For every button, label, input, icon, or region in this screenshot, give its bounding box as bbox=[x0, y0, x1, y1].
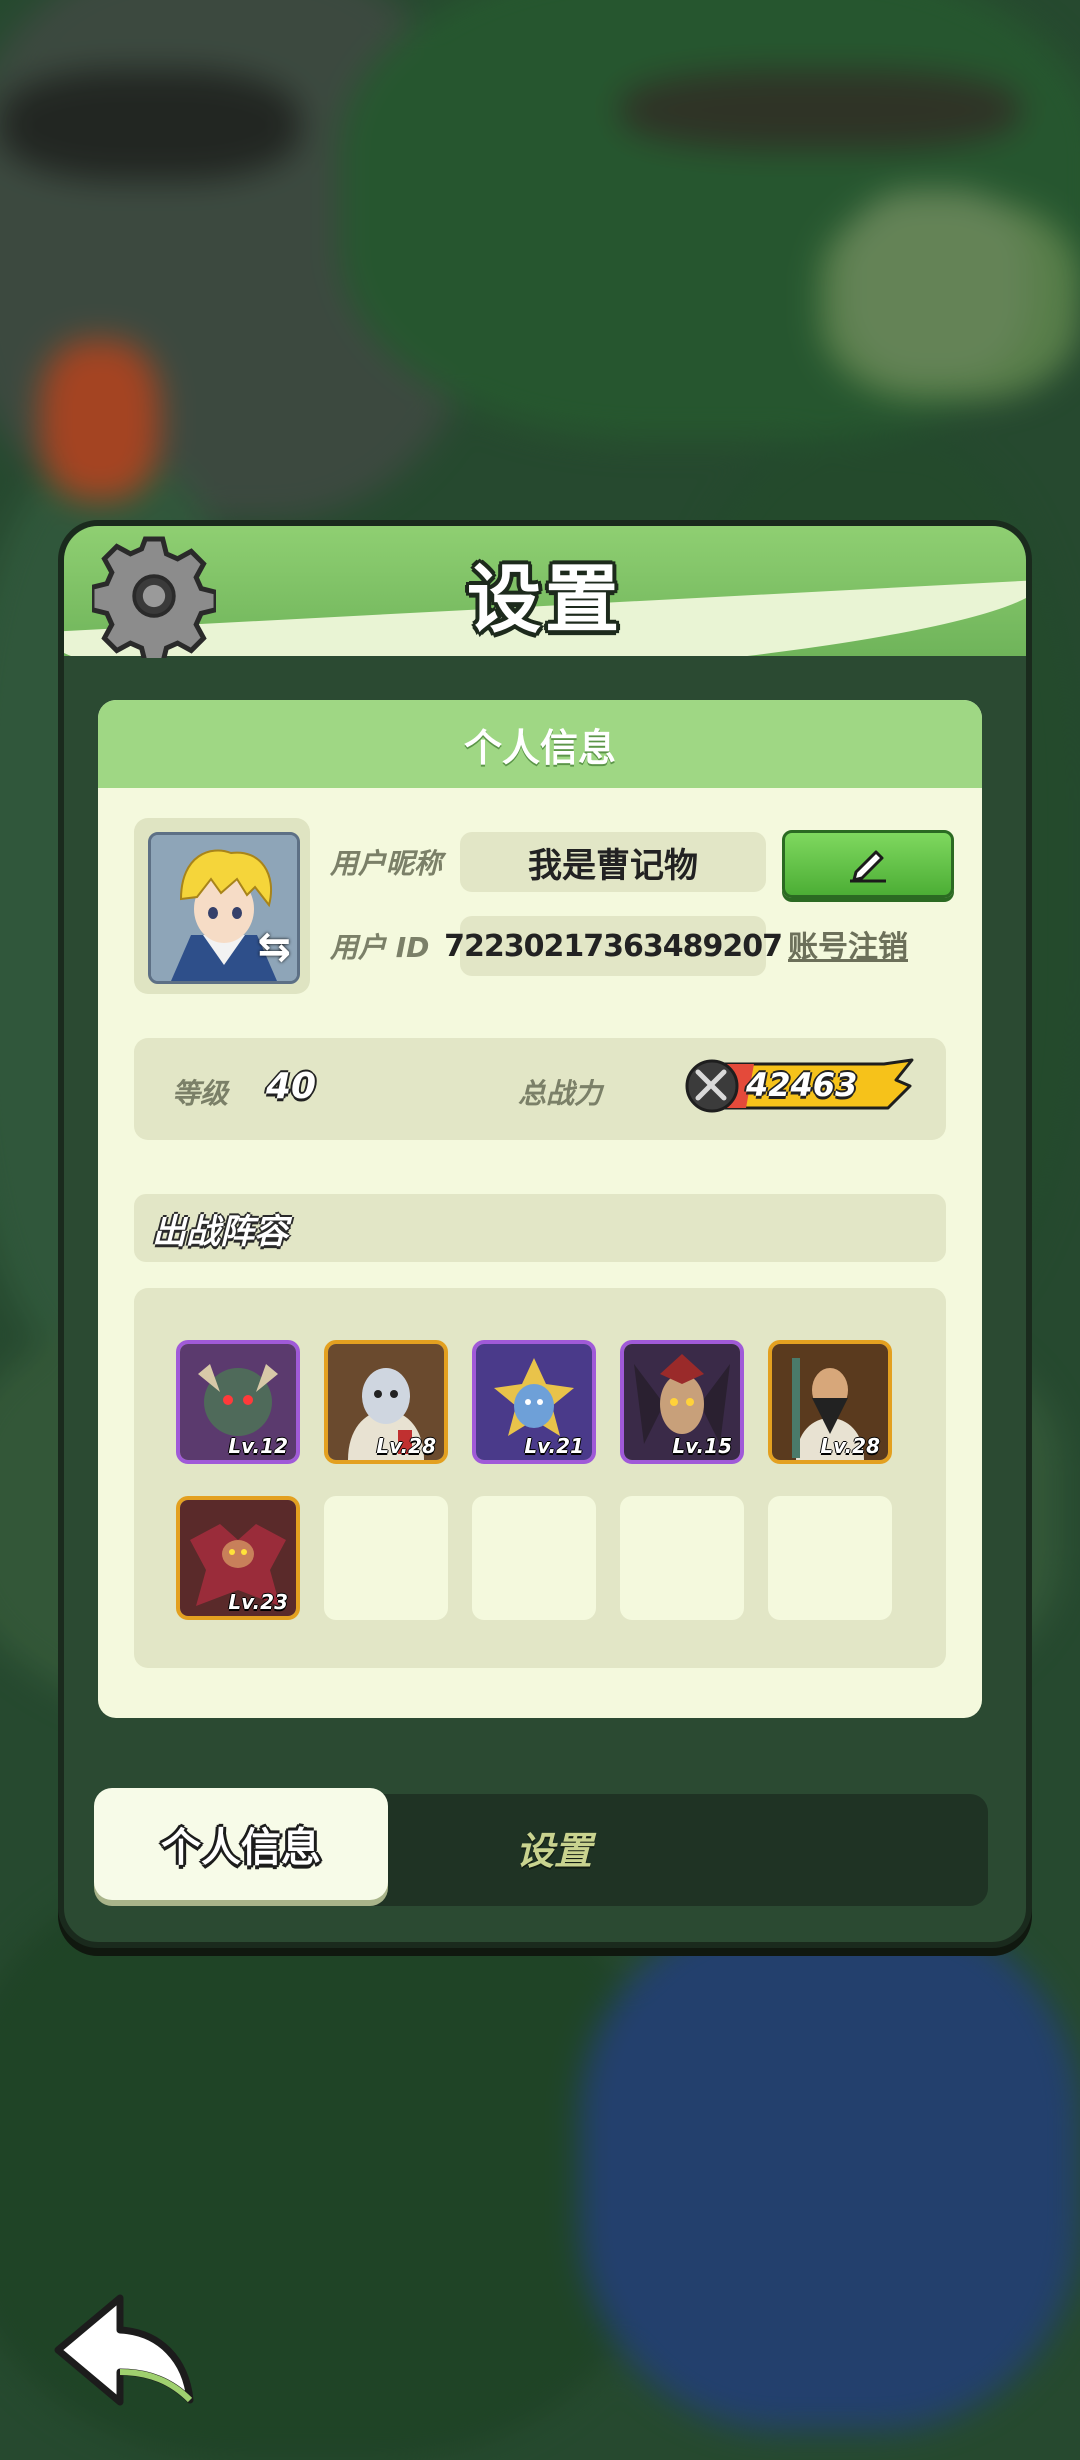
tab-settings[interactable]: 设置 bbox=[454, 1812, 654, 1882]
tab-bar: 个人信息 设置 bbox=[94, 1788, 988, 1906]
power-value: 42463 bbox=[746, 1066, 858, 1104]
hero-slot[interactable]: Lv.12 bbox=[176, 1340, 300, 1464]
avatar-frame[interactable]: ⇆ bbox=[134, 818, 310, 994]
level-value: 40 bbox=[266, 1066, 317, 1107]
lineup-title: 出战阵容 bbox=[134, 1194, 946, 1262]
hero-slot[interactable]: Lv.15 bbox=[620, 1340, 744, 1464]
empty-hero-slot[interactable] bbox=[620, 1496, 744, 1620]
hero-slot[interactable]: Lv.21 bbox=[472, 1340, 596, 1464]
empty-hero-slot[interactable] bbox=[472, 1496, 596, 1620]
panel-title: 设置 bbox=[467, 557, 623, 643]
hero-level: Lv.23 bbox=[228, 1590, 288, 1614]
nickname-field: 我是曹记物 bbox=[460, 832, 766, 892]
user-id-label: 用户 ID bbox=[330, 931, 430, 964]
swap-icon: ⇆ bbox=[257, 924, 291, 970]
user-id-field: 72230217363489207 bbox=[444, 916, 783, 976]
deregister-account-link[interactable]: 账号注销 bbox=[788, 922, 908, 966]
settings-panel: 设置 个人信息 ⇆ 用户昵称 我是曹记物 用户 ID 7223021736348… bbox=[58, 520, 1032, 1948]
empty-hero-slot[interactable] bbox=[768, 1496, 892, 1620]
level-label: 等级 bbox=[172, 1077, 229, 1110]
hero-level: Lv.28 bbox=[376, 1434, 436, 1458]
power-label: 总战力 bbox=[518, 1077, 603, 1110]
stats-bar: 等级 40 总战力 42463 bbox=[134, 1038, 946, 1140]
profile-section-title: 个人信息 bbox=[98, 700, 982, 788]
hero-slot[interactable]: Lv.28 bbox=[768, 1340, 892, 1464]
back-arrow-icon[interactable] bbox=[50, 2290, 200, 2410]
hero-level: Lv.15 bbox=[672, 1434, 732, 1458]
nickname-label: 用户昵称 bbox=[330, 847, 443, 880]
lineup-grid: Lv.12 Lv.28 Lv.21 Lv.15 Lv.28 Lv.23 bbox=[134, 1288, 946, 1668]
avatar[interactable]: ⇆ bbox=[148, 832, 300, 984]
hero-level: Lv.12 bbox=[228, 1434, 288, 1458]
pencil-icon bbox=[850, 850, 886, 883]
hero-level: Lv.21 bbox=[524, 1434, 584, 1458]
empty-hero-slot[interactable] bbox=[324, 1496, 448, 1620]
tab-personal-info[interactable]: 个人信息 bbox=[94, 1788, 388, 1900]
hero-level: Lv.28 bbox=[820, 1434, 880, 1458]
edit-nickname-button[interactable] bbox=[782, 830, 954, 898]
hero-slot[interactable]: Lv.28 bbox=[324, 1340, 448, 1464]
power-badge: 42463 bbox=[684, 1058, 914, 1114]
profile-card: 个人信息 ⇆ 用户昵称 我是曹记物 用户 ID 7223021736348920… bbox=[98, 700, 982, 1718]
hero-slot[interactable]: Lv.23 bbox=[176, 1496, 300, 1620]
